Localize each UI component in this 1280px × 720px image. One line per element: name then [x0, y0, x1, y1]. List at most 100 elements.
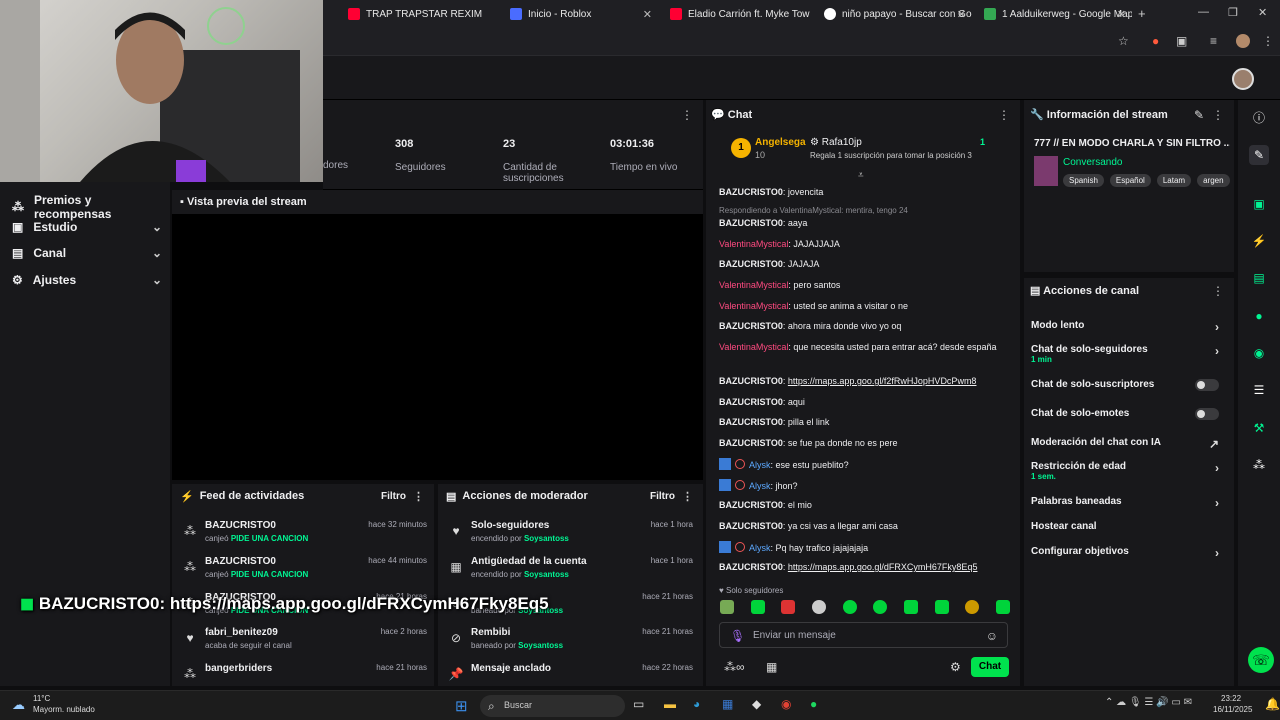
- document-icon[interactable]: ▤: [1249, 268, 1269, 288]
- microphone-icon[interactable]: 🎙: [730, 629, 745, 643]
- action-age-restriction[interactable]: Restricción de edad 1 sem. ›: [1031, 461, 1227, 481]
- nav-item-settings[interactable]: ⚙ Ajustes ⌄: [12, 273, 162, 287]
- chat-username[interactable]: BAZUCRISTO0: [719, 397, 783, 407]
- more-options-icon[interactable]: ⋮: [998, 108, 1010, 122]
- chat-username[interactable]: ValentinaMystical: [719, 239, 788, 249]
- chat-username[interactable]: BAZUCRISTO0: [719, 187, 783, 197]
- action-followers-only[interactable]: Chat de solo-seguidores 1 min ›: [1031, 344, 1227, 364]
- profile-avatar[interactable]: [1236, 34, 1250, 48]
- close-window-button[interactable]: ✕: [1258, 6, 1267, 19]
- broadcast-icon[interactable]: ◉: [1249, 343, 1269, 363]
- browser-tab[interactable]: niño papayo - Buscar con Goo ✕: [816, 3, 972, 25]
- chat-username[interactable]: BAZUCRISTO0: [719, 500, 783, 510]
- chrome-icon[interactable]: ◉: [781, 697, 791, 711]
- browser-tab[interactable]: Eladio Carrión ft. Myke Tow: [662, 3, 812, 25]
- puzzle-icon[interactable]: ▣: [1176, 34, 1187, 48]
- browser-tab[interactable]: Inicio - Roblox ✕: [502, 3, 658, 25]
- tag[interactable]: Español: [1109, 174, 1151, 187]
- app-icon[interactable]: ◆: [752, 697, 761, 711]
- chat-username[interactable]: BAZUCRISTO0: [719, 417, 783, 427]
- tag[interactable]: Latam: [1156, 174, 1192, 187]
- nav-item-channel[interactable]: ▤ Canal ⌄: [12, 246, 162, 260]
- edit-icon[interactable]: ✎: [1249, 145, 1269, 165]
- edge-icon[interactable]: ◕: [693, 697, 700, 711]
- browser-tab[interactable]: TRAP TRAPSTAR REXIM: [340, 3, 498, 25]
- nav-item-studio[interactable]: ▣ Estudio ⌄: [12, 220, 162, 234]
- emote-bar[interactable]: [720, 600, 1010, 616]
- list-icon[interactable]: ☰: [1249, 380, 1269, 400]
- emote-icon[interactable]: [995, 600, 1010, 614]
- media-icon[interactable]: ≡: [1210, 34, 1217, 48]
- chat-username[interactable]: BAZUCRISTO0: [719, 438, 783, 448]
- more-options-icon[interactable]: ⋮: [682, 490, 693, 503]
- action-host-channel[interactable]: Hostear canal: [1031, 521, 1227, 532]
- task-view-icon[interactable]: ▭: [633, 697, 644, 711]
- chat-username[interactable]: BAZUCRISTO0: [719, 521, 783, 531]
- chat-username[interactable]: ValentinaMystical: [719, 301, 788, 311]
- browser-tab[interactable]: 1 Aalduikerweg - Google Maps ✕: [976, 3, 1132, 25]
- chat-username[interactable]: Alysk: [749, 481, 771, 491]
- community-icon[interactable]: ⁂: [1249, 455, 1269, 475]
- chat-username[interactable]: ValentinaMystical: [719, 342, 788, 352]
- chat-username[interactable]: Alysk: [749, 460, 771, 470]
- chat-username[interactable]: ValentinaMystical: [719, 280, 788, 290]
- emote-icon[interactable]: [842, 600, 857, 614]
- emote-icon[interactable]: [720, 600, 734, 614]
- wrench-icon[interactable]: ⚒: [1249, 418, 1269, 438]
- emote-icon[interactable]: [934, 600, 949, 614]
- chat-input[interactable]: 🎙 Enviar un mensaje ☺: [719, 622, 1008, 648]
- feed-filter-button[interactable]: Filtro: [381, 491, 406, 502]
- chat-username[interactable]: BAZUCRISTO0: [719, 218, 783, 228]
- bolt-icon[interactable]: ⚡: [1249, 231, 1269, 251]
- menu-icon[interactable]: ⋮: [1262, 34, 1274, 48]
- action-banned-words[interactable]: Palabras baneadas ›: [1031, 496, 1227, 510]
- windows-start-icon[interactable]: ⊞: [455, 697, 468, 715]
- mod-filter-button[interactable]: Filtro: [650, 491, 675, 502]
- taskbar-search[interactable]: ⌕ Buscar: [480, 695, 625, 717]
- chat-username[interactable]: BAZUCRISTO0: [719, 321, 783, 331]
- chat-settings-icon[interactable]: ⚙: [950, 660, 961, 674]
- emote-icon[interactable]: [781, 600, 796, 614]
- emote-icon[interactable]: [811, 600, 826, 614]
- support-icon[interactable]: ☏: [1248, 647, 1274, 673]
- category-thumbnail[interactable]: [1034, 156, 1058, 186]
- close-icon[interactable]: ✕: [643, 8, 652, 21]
- file-explorer-icon[interactable]: ▬: [664, 697, 676, 711]
- community-icon[interactable]: ⁂∞: [724, 660, 745, 674]
- emote-icon[interactable]: [750, 600, 765, 614]
- emote-icon[interactable]: [965, 600, 980, 614]
- chat-username[interactable]: BAZUCRISTO0: [719, 376, 783, 386]
- close-icon[interactable]: ✕: [1117, 8, 1126, 21]
- chat-username[interactable]: BAZUCRISTO0: [719, 562, 783, 572]
- info-icon[interactable]: ⓘ: [1249, 108, 1269, 128]
- chat-username[interactable]: BAZUCRISTO0: [719, 259, 783, 269]
- system-tray[interactable]: ⌃ ☁ 🎙 ☰ 🔊 ▭ ✉: [1105, 697, 1192, 708]
- action-set-goals[interactable]: Configurar objetivos ›: [1031, 546, 1227, 560]
- send-chat-button[interactable]: Chat: [971, 657, 1009, 677]
- close-icon[interactable]: ✕: [957, 8, 966, 21]
- notification-icon[interactable]: 🔔: [1265, 697, 1280, 711]
- action-ai-moderation[interactable]: Moderación del chat con IA ↗: [1031, 437, 1227, 451]
- more-options-icon[interactable]: ⋮: [681, 108, 693, 122]
- chat-icon[interactable]: ●: [1249, 306, 1269, 326]
- store-icon[interactable]: ▦: [722, 697, 733, 711]
- emote-icon[interactable]: [873, 600, 888, 614]
- nav-item-rewards[interactable]: ⁂ Premios y recompensas: [12, 193, 162, 221]
- collapse-icon[interactable]: ⩡: [858, 170, 864, 181]
- maximize-button[interactable]: ❐: [1228, 6, 1238, 19]
- stream-category[interactable]: Conversando: [1063, 157, 1122, 168]
- edit-icon[interactable]: ✎: [1194, 108, 1204, 122]
- action-slow-mode[interactable]: Modo lento ›: [1031, 320, 1227, 334]
- tag[interactable]: argen: [1197, 174, 1230, 187]
- user-avatar[interactable]: [1232, 68, 1254, 90]
- bookmark-star-icon[interactable]: ☆: [1118, 34, 1129, 48]
- more-options-icon[interactable]: ⋮: [413, 490, 424, 503]
- emoji-icon[interactable]: ☺: [986, 629, 998, 643]
- weather-icon[interactable]: ☁: [12, 697, 25, 713]
- extension-icon[interactable]: ●: [1152, 34, 1159, 48]
- spotify-icon[interactable]: ●: [810, 697, 817, 711]
- screen-icon[interactable]: ▣: [1249, 194, 1269, 214]
- store-icon[interactable]: ▦: [766, 660, 777, 674]
- subscribers-only-toggle[interactable]: [1195, 379, 1219, 391]
- tag[interactable]: Spanish: [1063, 174, 1104, 187]
